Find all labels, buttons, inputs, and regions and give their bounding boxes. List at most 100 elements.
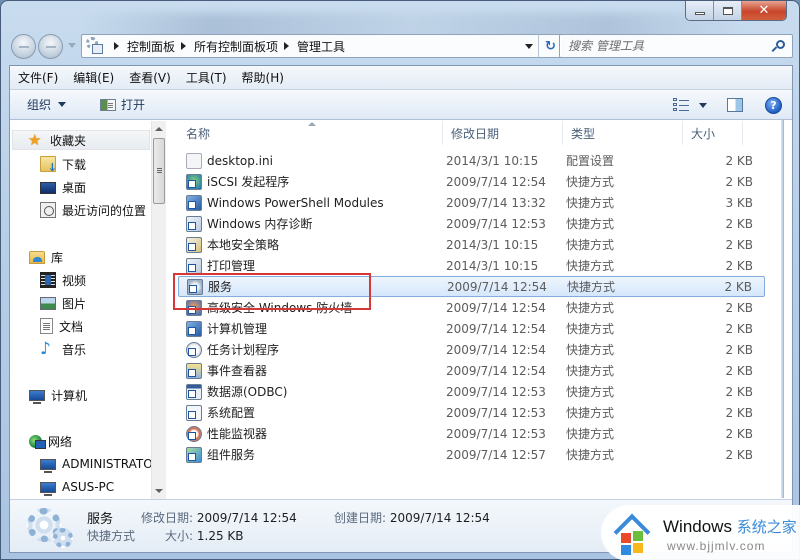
close-button[interactable]: ✕	[742, 1, 786, 20]
file-list-right-edge	[781, 120, 784, 498]
nav-network[interactable]: 网络	[29, 431, 72, 451]
nav-libraries[interactable]: 库	[29, 247, 63, 267]
address-dropdown-button[interactable]	[519, 34, 539, 58]
file-date: 2009/7/14 12:54	[446, 321, 546, 336]
file-row[interactable]: 任务计划程序 2009/7/14 12:54 快捷方式 2 KB	[178, 339, 765, 360]
organize-button[interactable]: 组织	[19, 93, 74, 117]
file-row[interactable]: 高级安全 Windows 防火墙 2009/7/14 12:54 快捷方式 2 KB	[178, 297, 765, 318]
file-row[interactable]: 性能监视器 2009/7/14 12:53 快捷方式 2 KB	[178, 423, 765, 444]
file-row[interactable]: 打印管理 2014/3/1 10:15 快捷方式 2 KB	[178, 255, 765, 276]
scrollbar-thumb[interactable]	[153, 138, 165, 204]
file-type: 快捷方式	[566, 406, 615, 420]
file-name-cell: 事件查看器	[186, 362, 267, 379]
back-button[interactable]	[11, 34, 36, 59]
file-row[interactable]: iSCSI 发起程序 2009/7/14 12:54 快捷方式 2 KB	[178, 171, 765, 192]
scroll-down-icon[interactable]	[155, 489, 163, 493]
file-name-cell: 任务计划程序	[186, 341, 279, 358]
menu-help[interactable]: 帮助(H)	[236, 69, 290, 86]
column-header-date[interactable]: 修改日期	[443, 121, 563, 145]
shortcut-icon	[186, 173, 202, 190]
view-options-dropdown[interactable]	[699, 102, 707, 108]
nav-favorites[interactable]: ★ 收藏夹	[12, 130, 150, 150]
nav-network-pc[interactable]: ASUS-PC	[40, 477, 114, 497]
scroll-up-icon[interactable]	[155, 127, 163, 131]
file-name-cell: 本地安全策略	[186, 236, 279, 253]
maximize-button[interactable]	[714, 1, 742, 20]
open-label: 打开	[121, 98, 146, 112]
file-name: 事件查看器	[207, 364, 268, 378]
file-row[interactable]: Windows 内存诊断 2009/7/14 12:53 快捷方式 2 KB	[178, 213, 765, 234]
menu-edit[interactable]: 编辑(E)	[67, 69, 120, 86]
open-button[interactable]: 打开	[92, 93, 153, 117]
breadcrumb-admin-tools[interactable]: 管理工具	[297, 38, 345, 55]
file-name-cell: desktop.ini	[186, 152, 273, 169]
nav-computer[interactable]: 计算机	[29, 385, 87, 405]
forward-button[interactable]	[38, 34, 63, 59]
menu-file[interactable]: 文件(F)	[12, 69, 64, 86]
nav-documents[interactable]: 文档	[40, 316, 83, 336]
search-icon[interactable]	[771, 40, 785, 52]
nav-downloads[interactable]: 下载	[40, 154, 86, 174]
recent-places-icon	[40, 202, 56, 218]
column-name-label: 名称	[186, 127, 211, 141]
file-size: 3 KB	[725, 195, 753, 210]
file-row[interactable]: 计算机管理 2009/7/14 12:54 快捷方式 2 KB	[178, 318, 765, 339]
watermark-brand-cn: 系统之家	[736, 519, 797, 536]
file-row[interactable]: 数据源(ODBC) 2009/7/14 12:53 快捷方式 2 KB	[178, 381, 765, 402]
help-button[interactable]: ?	[765, 96, 782, 114]
nav-desktop[interactable]: 桌面	[40, 177, 86, 197]
file-name: 打印管理	[207, 259, 256, 273]
maximize-icon	[722, 6, 733, 15]
breadcrumb-all-items[interactable]: 所有控制面板项	[194, 38, 278, 55]
file-row[interactable]: 服务 2009/7/14 12:54 快捷方式 2 KB	[178, 276, 765, 297]
nav-videos[interactable]: 视频	[40, 270, 86, 290]
file-name-cell: 高级安全 Windows 防火墙	[186, 299, 352, 316]
column-header-type[interactable]: 类型	[563, 121, 683, 145]
file-row[interactable]: 事件查看器 2009/7/14 12:54 快捷方式 2 KB	[178, 360, 765, 381]
file-row[interactable]: 本地安全策略 2014/3/1 10:15 快捷方式 2 KB	[178, 234, 765, 255]
breadcrumb-separator[interactable]	[181, 42, 187, 50]
breadcrumb-separator[interactable]	[114, 42, 119, 50]
file-row[interactable]: desktop.ini 2014/3/1 10:15 配置设置 2 KB	[178, 150, 765, 171]
file-name: 高级安全 Windows 防火墙	[207, 301, 353, 315]
preview-pane-button[interactable]	[727, 98, 743, 112]
back-arrow-icon	[19, 46, 29, 48]
file-size: 2 KB	[725, 153, 753, 168]
file-date: 2009/7/14 13:32	[446, 195, 546, 210]
navigation-pane-scrollbar[interactable]	[151, 121, 166, 499]
minimize-button[interactable]	[686, 1, 714, 20]
details-created-label: 创建日期:	[334, 511, 387, 525]
nav-network-pc[interactable]: ADMINISTRATO	[40, 454, 153, 474]
forward-arrow-icon	[46, 46, 56, 48]
address-bar[interactable]: 控制面板 所有控制面板项 管理工具	[81, 34, 519, 58]
file-name: 性能监视器	[207, 427, 268, 441]
music-note-icon: ♪	[40, 339, 51, 359]
menu-view[interactable]: 查看(V)	[123, 69, 177, 86]
star-icon: ★	[28, 131, 42, 149]
nav-recent-places[interactable]: 最近访问的位置	[40, 200, 146, 220]
file-row[interactable]: Windows PowerShell Modules 2009/7/14 13:3…	[178, 192, 765, 213]
menu-tools[interactable]: 工具(T)	[180, 69, 233, 86]
services-gear-icon	[27, 506, 75, 550]
breadcrumb-separator[interactable]	[284, 42, 290, 50]
file-type: 快捷方式	[566, 385, 615, 399]
file-row[interactable]: 组件服务 2009/7/14 12:57 快捷方式 2 KB	[178, 444, 765, 465]
nav-music[interactable]: ♪ 音乐	[40, 339, 86, 359]
chevron-down-icon	[58, 102, 67, 107]
nav-pictures[interactable]: 图片	[40, 293, 86, 313]
file-name-cell: 计算机管理	[186, 320, 267, 337]
file-row[interactable]: 系统配置 2009/7/14 12:53 快捷方式 2 KB	[178, 402, 765, 423]
file-type: 快捷方式	[566, 301, 615, 315]
search-box[interactable]	[559, 34, 793, 58]
search-input[interactable]	[568, 39, 764, 53]
watermark-brand-en: Windows	[663, 517, 732, 536]
file-name: 服务	[208, 280, 233, 294]
column-header-size[interactable]: 大小	[683, 121, 743, 145]
file-date: 2014/3/1 10:15	[446, 153, 539, 168]
details-size: 大小: 1.25 KB	[165, 527, 244, 544]
breadcrumb-control-panel[interactable]: 控制面板	[127, 38, 175, 55]
change-view-button[interactable]	[673, 98, 689, 112]
column-header-name[interactable]: 名称	[178, 121, 443, 145]
file-size: 2 KB	[725, 363, 753, 378]
recent-pages-dropdown[interactable]	[68, 43, 76, 48]
